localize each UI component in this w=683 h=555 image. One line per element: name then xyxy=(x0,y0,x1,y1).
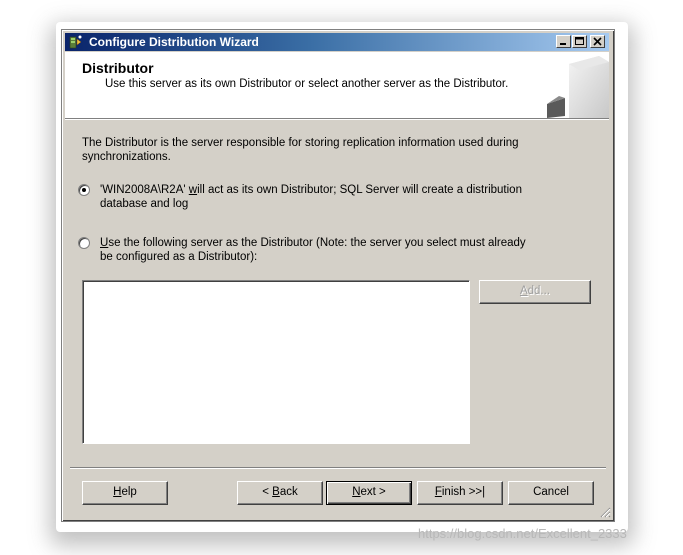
radio-other-server-label: Use the following server as the Distribu… xyxy=(100,237,526,263)
close-button[interactable] xyxy=(590,35,605,48)
radio-other-server-circle[interactable] xyxy=(78,237,90,249)
next-button[interactable]: Next > xyxy=(326,481,412,505)
close-icon xyxy=(593,37,602,46)
minimize-icon xyxy=(560,43,566,45)
distributor-server-list[interactable] xyxy=(82,280,470,444)
add-button[interactable]: Add... xyxy=(479,280,591,304)
resize-grip-icon[interactable] xyxy=(599,506,611,518)
help-button[interactable]: Help xyxy=(82,481,168,505)
back-button[interactable]: < Back xyxy=(237,481,323,505)
title-bar[interactable]: Configure Distribution Wizard xyxy=(65,33,609,51)
window-title: Configure Distribution Wizard xyxy=(89,35,259,49)
radio-own-distributor-label: 'WIN2008A\R2A' will act as its own Distr… xyxy=(100,184,522,210)
maximize-icon xyxy=(575,37,584,45)
watermark-text: https://blog.csdn.net/Excellent_2333 xyxy=(418,526,627,541)
page-subtitle: Use this server as its own Distributor o… xyxy=(105,78,509,90)
finish-button[interactable]: Finish >>| xyxy=(417,481,503,505)
header-divider xyxy=(65,119,609,120)
radio-selected-dot xyxy=(82,188,86,192)
wizard-window: Configure Distribution Wizard Distributo… xyxy=(61,29,615,522)
wizard-header: Distributor Use this server as its own D… xyxy=(65,52,609,119)
maximize-button[interactable] xyxy=(572,35,587,48)
minimize-button[interactable] xyxy=(556,35,571,48)
page-title: Distributor xyxy=(82,60,154,76)
wizard-graphic-icon xyxy=(547,56,609,118)
radio-own-distributor-circle[interactable] xyxy=(78,184,90,196)
wizard-app-icon xyxy=(69,35,82,49)
description-text: The Distributor is the server responsibl… xyxy=(82,137,519,163)
cancel-button[interactable]: Cancel xyxy=(508,481,594,505)
footer-divider xyxy=(70,467,606,469)
